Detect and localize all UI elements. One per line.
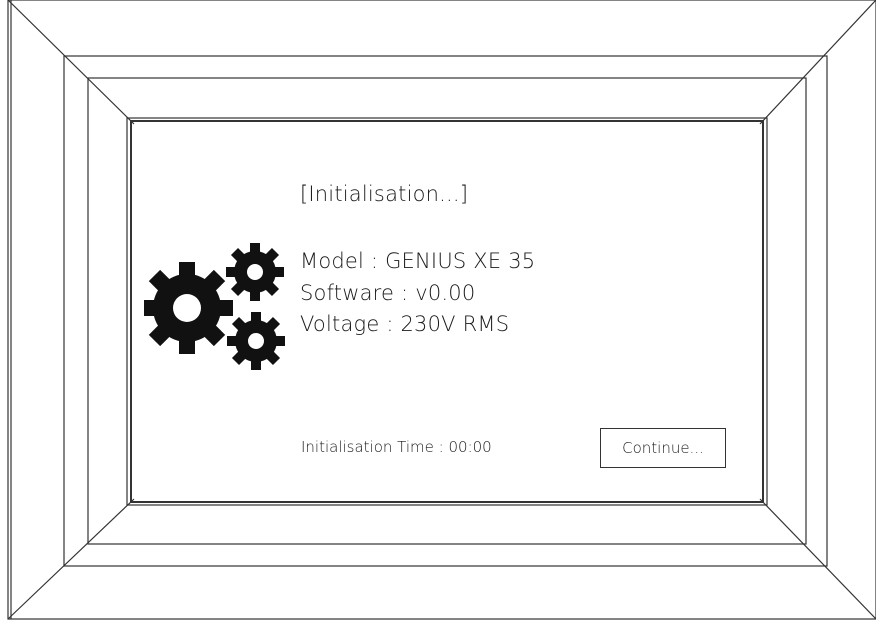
display-screen: [Initialisation...] Model : GENIUS XE 35…: [134, 124, 760, 499]
voltage-info: Voltage : 230V RMS: [300, 312, 510, 336]
bezel-corner-tr: [759, 0, 876, 125]
gears-icon: [144, 243, 285, 370]
software-version-info: Software : v0.00: [300, 281, 476, 305]
bezel-corner-bl: [7, 498, 135, 620]
initialisation-title: [Initialisation...]: [300, 182, 469, 206]
bezel-corner-tl: [7, 0, 135, 125]
bezel-corner-br: [759, 498, 876, 620]
continue-button[interactable]: Continue...: [600, 428, 726, 468]
initialisation-time: Initialisation Time : 00:00: [301, 438, 492, 456]
model-info: Model : GENIUS XE 35: [300, 249, 536, 273]
